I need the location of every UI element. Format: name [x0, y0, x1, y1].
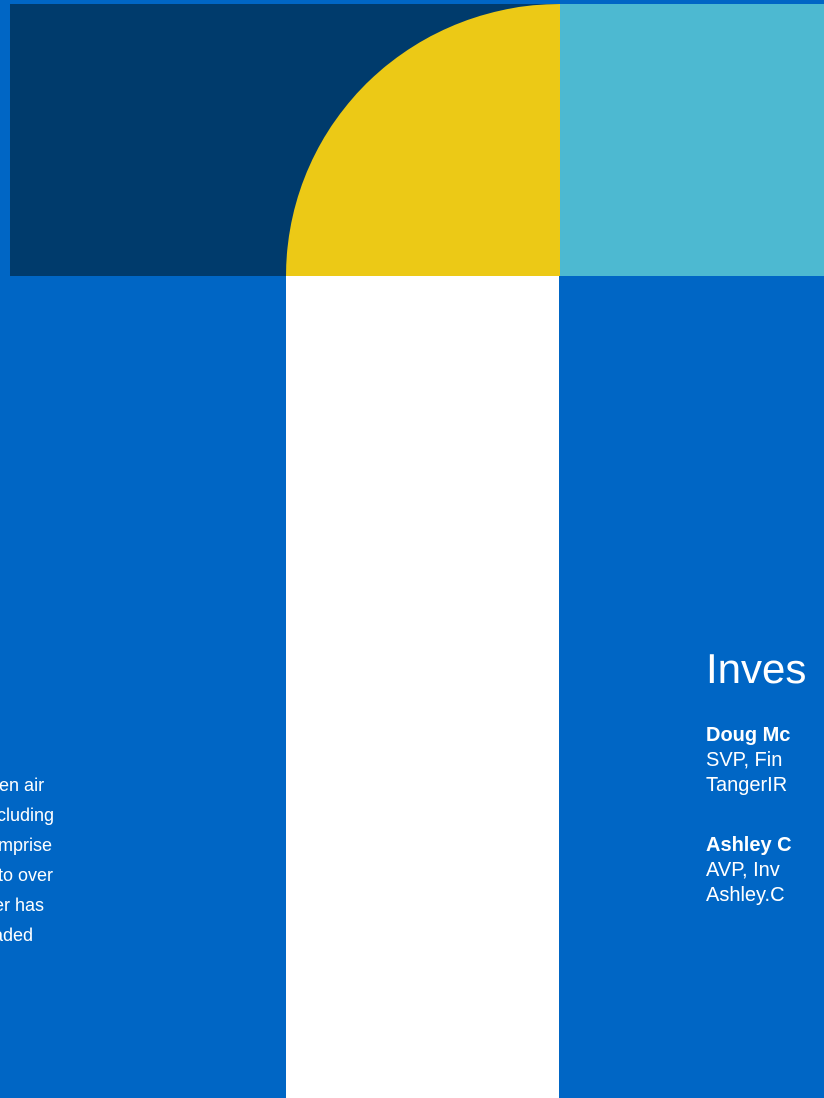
about-line: s, including: [0, 805, 55, 825]
about-line: n comprise: [0, 835, 53, 855]
contact-role: AVP, Inv: [706, 859, 780, 882]
about-line: e open air: [0, 775, 45, 795]
contact-email-link[interactable]: Ashley.C: [706, 883, 824, 908]
about-line: sed to over: [0, 865, 54, 885]
investor-contacts-panel: Inves Doug Mc SVP, Fin TangerIR Ashley C…: [706, 645, 824, 942]
contact-name: Doug Mc: [706, 724, 791, 747]
teal-banner-block: [559, 4, 824, 276]
contact-email-link[interactable]: TangerIR: [706, 773, 824, 798]
contact-card: Ashley C AVP, Inv Ashley.C: [706, 832, 824, 908]
white-stem-shape: [286, 276, 559, 1098]
contact-card: Doug Mc SVP, Fin TangerIR: [706, 722, 824, 798]
about-company-text: e open air s, including n comprise sed t…: [0, 770, 284, 950]
about-line: anger has: [0, 895, 45, 915]
contact-name: Ashley C: [706, 834, 792, 857]
contact-role: SVP, Fin: [706, 749, 783, 772]
investor-contacts-title: Inves: [706, 645, 807, 692]
about-line: ly traded: [0, 925, 34, 945]
